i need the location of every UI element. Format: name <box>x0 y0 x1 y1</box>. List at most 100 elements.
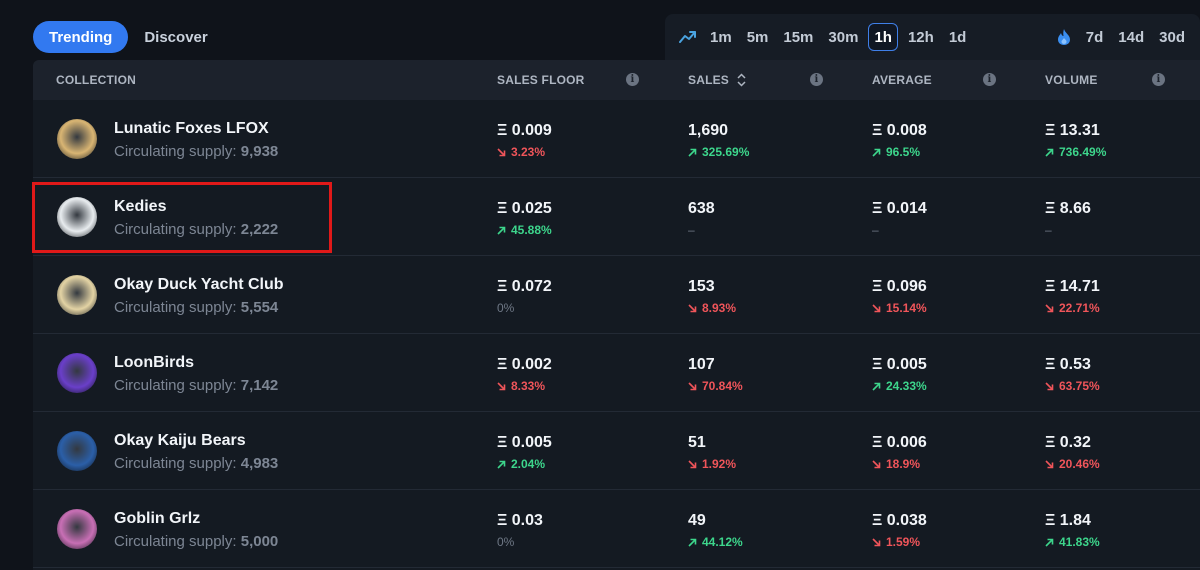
collection-name[interactable]: Okay Duck Yacht Club <box>114 276 284 294</box>
tab-trending[interactable]: Trending <box>33 21 129 53</box>
sales-floor-value: Ξ 0.025 <box>497 200 552 217</box>
supply-label: Circulating supply: <box>114 533 237 550</box>
trend-arrow-icon <box>872 382 881 391</box>
circulating-supply: Circulating supply: 5,000 <box>114 533 278 550</box>
trend-arrow-icon <box>1045 538 1054 547</box>
table-row[interactable]: Kedies Circulating supply: 2,222 Ξ 0.025… <box>33 178 1200 256</box>
collection-avatar[interactable] <box>57 275 97 315</box>
time-range-selector: 1m 5m 15m 30m 1h 12h 1d 7d 14d 30d <box>665 14 1200 60</box>
table-header: COLLECTION SALES FLOOR i SALES i AVERAGE… <box>33 60 1200 100</box>
table-row[interactable]: Okay Duck Yacht Club Circulating supply:… <box>33 256 1200 334</box>
range-30d[interactable]: 30d <box>1154 23 1190 51</box>
sales-change: 325.69% <box>688 145 749 159</box>
average-value: Ξ 0.008 <box>872 122 927 139</box>
header-volume[interactable]: VOLUME <box>1045 60 1098 100</box>
trend-arrow-icon <box>1045 381 1054 391</box>
volume-info-icon[interactable]: i <box>1152 73 1165 86</box>
average-value: Ξ 0.014 <box>872 200 927 217</box>
sales-change: 44.12% <box>688 535 743 549</box>
table-row[interactable]: Lunatic Foxes LFOX Circulating supply: 9… <box>33 100 1200 178</box>
supply-label: Circulating supply: <box>114 221 237 238</box>
average-change: 15.14% <box>872 301 927 315</box>
sales-floor-info-icon[interactable]: i <box>626 73 639 86</box>
header-collection[interactable]: COLLECTION <box>56 60 136 100</box>
supply-label: Circulating supply: <box>114 299 237 316</box>
flame-icon <box>1057 28 1075 46</box>
volume-change: 41.83% <box>1045 535 1100 549</box>
average-value: Ξ 0.006 <box>872 434 927 451</box>
range-14d[interactable]: 14d <box>1113 23 1149 51</box>
supply-value: 4,983 <box>240 455 279 472</box>
trend-arrow-icon <box>1045 148 1054 157</box>
trend-arrow-icon <box>872 537 881 547</box>
average-change: 96.5% <box>872 145 920 159</box>
collection-avatar[interactable] <box>57 353 97 393</box>
collection-avatar[interactable] <box>57 431 97 471</box>
sales-floor-value: Ξ 0.072 <box>497 278 552 295</box>
volume-value: Ξ 8.66 <box>1045 200 1091 217</box>
sales-value: 1,690 <box>688 122 729 139</box>
trend-arrow-icon <box>497 147 506 157</box>
volume-value: Ξ 0.32 <box>1045 434 1091 451</box>
sales-value: 153 <box>688 278 715 295</box>
sales-info-icon[interactable]: i <box>810 73 823 86</box>
volume-change: 20.46% <box>1045 457 1100 471</box>
sales-floor-value: Ξ 0.03 <box>497 512 543 529</box>
header-sales[interactable]: SALES <box>688 60 746 100</box>
average-change: 24.33% <box>872 379 927 393</box>
collection-avatar[interactable] <box>57 509 97 549</box>
collections-table: COLLECTION SALES FLOOR i SALES i AVERAGE… <box>33 60 1200 570</box>
range-1h[interactable]: 1h <box>868 23 898 51</box>
collection-avatar[interactable] <box>57 119 97 159</box>
supply-label: Circulating supply: <box>114 143 237 160</box>
collection-name[interactable]: Okay Kaiju Bears <box>114 432 246 450</box>
range-1m[interactable]: 1m <box>705 23 737 51</box>
table-body: Lunatic Foxes LFOX Circulating supply: 9… <box>33 100 1200 568</box>
table-row[interactable]: Okay Kaiju Bears Circulating supply: 4,9… <box>33 412 1200 490</box>
sort-icon[interactable] <box>737 73 746 87</box>
range-30m[interactable]: 30m <box>823 23 863 51</box>
range-5m[interactable]: 5m <box>742 23 774 51</box>
header-average[interactable]: AVERAGE <box>872 60 932 100</box>
trend-arrow-icon <box>688 148 697 157</box>
sales-change: – <box>688 223 695 237</box>
trend-arrow-icon <box>688 303 697 313</box>
table-row[interactable]: Goblin Grlz Circulating supply: 5,000 Ξ … <box>33 490 1200 568</box>
collection-avatar[interactable] <box>57 197 97 237</box>
sales-floor-value: Ξ 0.005 <box>497 434 552 451</box>
circulating-supply: Circulating supply: 9,938 <box>114 143 278 160</box>
collection-name[interactable]: Kedies <box>114 198 166 216</box>
range-1d[interactable]: 1d <box>944 23 972 51</box>
supply-value: 5,000 <box>240 533 279 550</box>
sales-floor-change: 2.04% <box>497 457 545 471</box>
range-15m[interactable]: 15m <box>778 23 818 51</box>
supply-label: Circulating supply: <box>114 455 237 472</box>
average-value: Ξ 0.038 <box>872 512 927 529</box>
sales-value: 51 <box>688 434 706 451</box>
table-row[interactable]: LoonBirds Circulating supply: 7,142 Ξ 0.… <box>33 334 1200 412</box>
average-change: – <box>872 223 879 237</box>
volume-value: Ξ 14.71 <box>1045 278 1100 295</box>
volume-change: 63.75% <box>1045 379 1100 393</box>
supply-value: 5,554 <box>240 299 279 316</box>
volume-value: Ξ 13.31 <box>1045 122 1100 139</box>
range-12h[interactable]: 12h <box>903 23 939 51</box>
supply-label: Circulating supply: <box>114 377 237 394</box>
sales-floor-value: Ξ 0.009 <box>497 122 552 139</box>
collection-name[interactable]: Goblin Grlz <box>114 510 200 528</box>
tab-discover[interactable]: Discover <box>128 21 223 53</box>
header-sales-floor[interactable]: SALES FLOOR <box>497 60 585 100</box>
trend-arrow-icon <box>872 148 881 157</box>
sales-value: 638 <box>688 200 715 217</box>
average-info-icon[interactable]: i <box>983 73 996 86</box>
sales-change: 8.93% <box>688 301 736 315</box>
trend-arrow-icon <box>1045 459 1054 469</box>
collection-name[interactable]: Lunatic Foxes LFOX <box>114 120 269 138</box>
range-7d[interactable]: 7d <box>1081 23 1109 51</box>
volume-change: 736.49% <box>1045 145 1106 159</box>
sales-change: 70.84% <box>688 379 743 393</box>
sales-floor-change: 45.88% <box>497 223 552 237</box>
collection-name[interactable]: LoonBirds <box>114 354 194 372</box>
supply-value: 2,222 <box>240 221 279 238</box>
supply-value: 7,142 <box>240 377 279 394</box>
